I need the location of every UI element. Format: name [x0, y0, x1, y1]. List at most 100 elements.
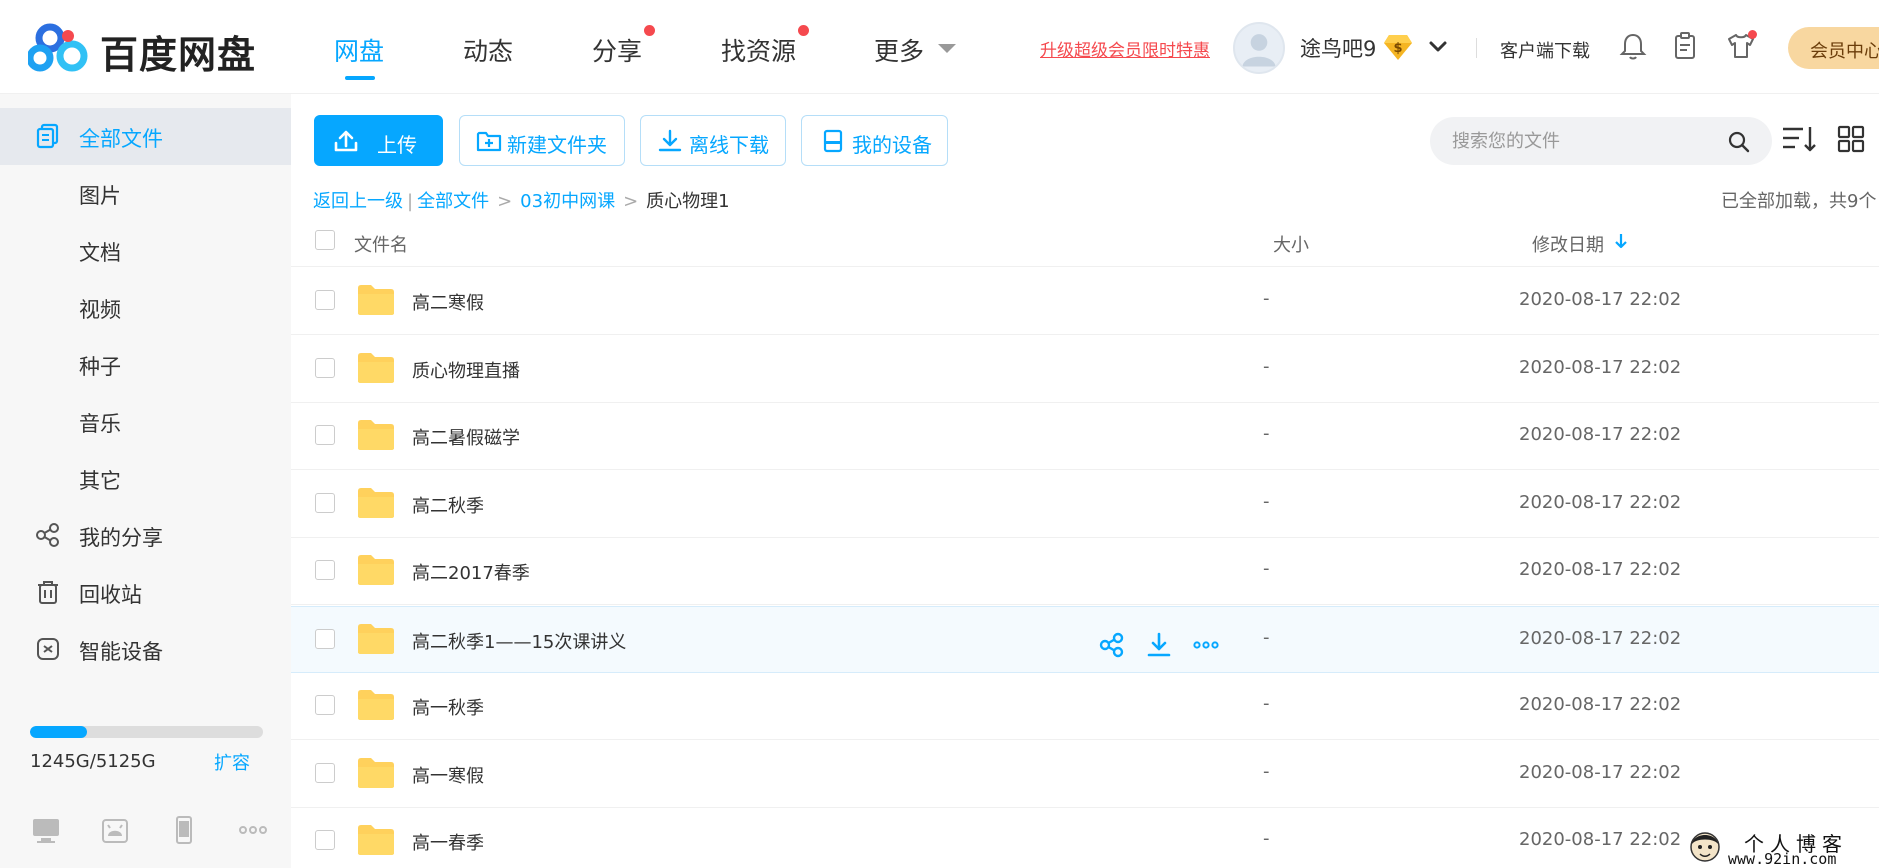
row-checkbox[interactable] [315, 560, 335, 580]
search-input[interactable] [1452, 127, 1722, 155]
file-name[interactable]: 高一春季 [412, 829, 484, 855]
breadcrumb-level1[interactable]: 03初中网课 [520, 191, 615, 212]
smart-device-icon [37, 638, 59, 660]
file-modified-date: 2020-08-17 22:02 [1519, 829, 1682, 850]
row-checkbox[interactable] [315, 493, 335, 513]
file-name[interactable]: 质心物理直播 [412, 357, 520, 383]
brand-name: 百度网盘 [100, 33, 257, 77]
file-modified-date: 2020-08-17 22:02 [1519, 289, 1682, 310]
row-checkbox[interactable] [315, 358, 335, 378]
row-checkbox[interactable] [315, 425, 335, 445]
sidebar-item-smart-devices[interactable]: 智能设备 [0, 621, 291, 678]
sidebar-item-images[interactable]: 图片 [0, 165, 291, 222]
file-modified-date: 2020-08-17 22:02 [1519, 762, 1682, 783]
file-name[interactable]: 高一寒假 [412, 762, 484, 788]
table-row[interactable]: 高一春季 - 2020-08-17 22:02 [291, 808, 1879, 868]
sidebar-item-other[interactable]: 其它 [0, 450, 291, 507]
android-client-icon[interactable] [99, 814, 131, 846]
folder-icon [358, 420, 394, 450]
file-list-header: 文件名 大小 修改日期 [291, 218, 1879, 267]
table-row[interactable]: 高二2017春季 - 2020-08-17 22:02 [291, 538, 1879, 605]
client-download-link[interactable]: 客户端下载 [1500, 37, 1590, 63]
grid-view-icon[interactable] [1836, 122, 1866, 156]
sidebar-item-my-shares[interactable]: 我的分享 [0, 507, 291, 564]
file-name[interactable]: 高二秋季1——15次课讲义 [412, 628, 626, 654]
share-icon-action[interactable] [1098, 631, 1126, 659]
sidebar-item-music[interactable]: 音乐 [0, 393, 291, 450]
upgrade-promo-link[interactable]: 升级超级会员限时特惠 [1040, 36, 1210, 61]
sidebar-item-torrents[interactable]: 种子 [0, 336, 291, 393]
expand-storage-link[interactable]: 扩容 [214, 749, 250, 775]
column-name[interactable]: 文件名 [354, 231, 408, 257]
table-row[interactable]: 高二秋季1——15次课讲义 - 2020-08-17 22:02 [291, 606, 1879, 673]
download-icon-action[interactable] [1145, 631, 1173, 659]
file-name[interactable]: 高一秋季 [412, 694, 484, 720]
more-actions-icon[interactable] [1192, 631, 1220, 659]
sidebar-label: 文档 [79, 241, 121, 265]
baidu-netdisk-logo[interactable] [28, 22, 92, 74]
file-name[interactable]: 高二寒假 [412, 289, 484, 315]
more-devices-icon[interactable] [237, 814, 269, 846]
clipboard-icon[interactable] [1669, 30, 1701, 62]
file-name[interactable]: 高二秋季 [412, 492, 484, 518]
sidebar-item-all-files[interactable]: 全部文件 [0, 108, 291, 165]
search-icon[interactable] [1727, 130, 1751, 154]
sort-order-icon[interactable] [1781, 122, 1819, 156]
row-checkbox[interactable] [315, 830, 335, 850]
chevron-down-icon[interactable] [1426, 34, 1450, 58]
site-watermark: 个人博客 www.92in.com [1684, 826, 1879, 868]
file-name[interactable]: 高二暑假磁学 [412, 424, 520, 450]
upload-button[interactable]: 上传 [314, 115, 443, 166]
file-size: - [1263, 693, 1270, 714]
file-size: - [1263, 356, 1270, 377]
sidebar-label: 我的分享 [79, 526, 163, 550]
new-folder-button[interactable]: 新建文件夹 [459, 115, 625, 166]
desktop-client-icon[interactable] [30, 814, 62, 846]
sidebar-item-recycle-bin[interactable]: 回收站 [0, 564, 291, 621]
table-row[interactable]: 高二秋季 - 2020-08-17 22:02 [291, 471, 1879, 538]
column-size[interactable]: 大小 [1273, 231, 1309, 257]
username[interactable]: 途鸟吧9 [1300, 33, 1376, 63]
user-avatar[interactable] [1233, 22, 1285, 74]
sidebar-label: 音乐 [79, 412, 121, 436]
bell-icon[interactable] [1617, 30, 1649, 62]
more-caret-icon[interactable] [938, 44, 956, 53]
table-row[interactable]: 高二寒假 - 2020-08-17 22:02 [291, 268, 1879, 335]
breadcrumb-current: 质心物理1 [646, 191, 730, 212]
files-icon [36, 123, 59, 149]
vip-diamond-icon[interactable]: $ [1383, 33, 1413, 61]
sidebar-item-videos[interactable]: 视频 [0, 279, 291, 336]
row-checkbox[interactable] [315, 629, 335, 649]
table-row[interactable]: 高一寒假 - 2020-08-17 22:02 [291, 741, 1879, 808]
sort-desc-arrow-icon[interactable] [1613, 232, 1629, 250]
row-checkbox[interactable] [315, 763, 335, 783]
nav-tab-share[interactable]: 分享 [592, 32, 642, 68]
table-row[interactable]: 高二暑假磁学 - 2020-08-17 22:02 [291, 403, 1879, 470]
table-row[interactable]: 质心物理直播 - 2020-08-17 22:02 [291, 336, 1879, 403]
search-box [1430, 117, 1772, 165]
breadcrumb-back[interactable]: 返回上一级 [313, 191, 403, 212]
table-row[interactable]: 高一秋季 - 2020-08-17 22:02 [291, 673, 1879, 740]
nav-tab-netdisk[interactable]: 网盘 [334, 32, 384, 68]
sidebar-item-documents[interactable]: 文档 [0, 222, 291, 279]
breadcrumb-all-files[interactable]: 全部文件 [417, 191, 489, 212]
offline-download-button[interactable]: 离线下载 [640, 115, 786, 166]
storage-progress-bar [30, 726, 263, 738]
breadcrumb: 返回上一级 | 全部文件 >03初中网课 > 质心物理1 [313, 187, 730, 213]
file-size: - [1263, 558, 1270, 579]
nav-tab-more[interactable]: 更多 [874, 32, 924, 68]
ellipsis-icon [1193, 641, 1219, 649]
file-size: - [1263, 828, 1270, 849]
file-name[interactable]: 高二2017春季 [412, 559, 530, 585]
member-center-button[interactable]: 会员中心 [1788, 27, 1879, 69]
nav-tab-activity[interactable]: 动态 [463, 32, 513, 68]
row-checkbox[interactable] [315, 290, 335, 310]
my-devices-button[interactable]: 我的设备 [801, 115, 948, 166]
watermark-url: www.92in.com [1728, 850, 1837, 868]
select-all-checkbox[interactable] [315, 230, 335, 250]
column-date[interactable]: 修改日期 [1532, 231, 1604, 257]
nav-tab-find-resources[interactable]: 找资源 [721, 32, 796, 68]
row-checkbox[interactable] [315, 695, 335, 715]
mobile-client-icon[interactable] [168, 814, 200, 846]
sidebar-label: 视频 [79, 298, 121, 322]
